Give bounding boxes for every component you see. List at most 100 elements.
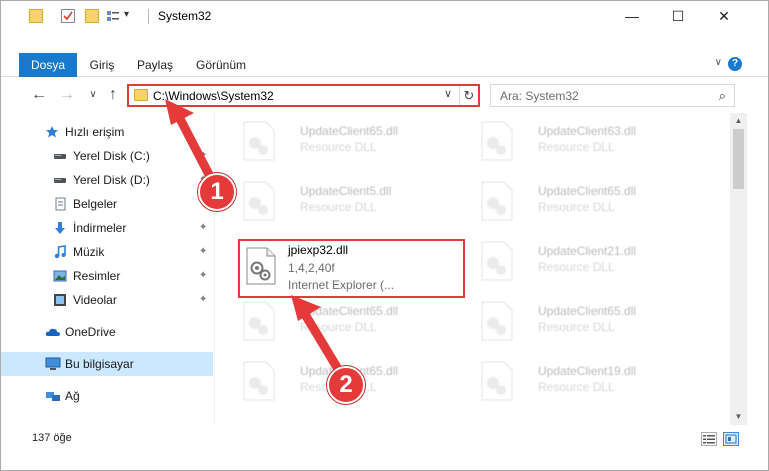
status-bar: 137 öğe bbox=[1, 429, 768, 449]
sidebar-item-label: İndirmeler bbox=[73, 221, 127, 235]
file-description: Internet Explorer (... bbox=[288, 278, 395, 292]
file-type: Resource DLL bbox=[300, 320, 377, 334]
file-type: Resource DLL bbox=[300, 140, 377, 154]
file-type: Resource DLL bbox=[538, 140, 615, 154]
file-tile[interactable]: UpdateClient19.dll Resource DLL bbox=[468, 355, 703, 407]
pictures-icon bbox=[53, 269, 67, 283]
address-dropdown-icon[interactable]: ∨ bbox=[444, 87, 452, 100]
file-tile[interactable]: UpdateClient21.dll Resource DLL bbox=[468, 235, 703, 287]
close-button[interactable]: ✕ bbox=[701, 1, 747, 31]
highlighted-file-tile[interactable]: jpiexp32.dll 1,4,2,40f Internet Explorer… bbox=[238, 239, 465, 298]
download-icon bbox=[53, 221, 67, 235]
ribbon-collapse-icon[interactable]: ∨ bbox=[715, 57, 722, 68]
title-separator bbox=[148, 9, 149, 24]
scroll-down-arrow-icon[interactable]: ▼ bbox=[730, 409, 747, 425]
file-tile[interactable]: UpdateClient65.dll Resource DLL bbox=[230, 115, 465, 167]
file-tile[interactable]: UpdateClient65.dll Resource DLL bbox=[230, 295, 465, 347]
tab-file[interactable]: Dosya bbox=[19, 53, 77, 77]
file-name: UpdateClient65.dll bbox=[300, 124, 399, 138]
star-icon bbox=[45, 125, 59, 139]
file-tile[interactable]: UpdateClient5.dll Resource DLL bbox=[230, 175, 465, 227]
sidebar-item-label: Müzik bbox=[73, 245, 105, 259]
file-tile[interactable]: UpdateClient65.dll Resource DLL bbox=[468, 295, 703, 347]
back-button[interactable]: ← bbox=[29, 85, 49, 105]
file-type: Resource DLL bbox=[538, 320, 615, 334]
sidebar-item-documents[interactable]: Belgeler ✦ bbox=[1, 192, 213, 216]
maximize-button[interactable]: ☐ bbox=[655, 1, 701, 31]
tiles-view-icon[interactable] bbox=[723, 432, 739, 446]
sidebar-item-downloads[interactable]: İndirmeler ✦ bbox=[1, 216, 213, 240]
dll-file-icon bbox=[481, 241, 513, 281]
file-tile[interactable]: UpdateClient63.dll Resource DLL bbox=[468, 115, 703, 167]
sidebar-item-label: Yerel Disk (D:) bbox=[73, 173, 150, 187]
file-type: Resource DLL bbox=[538, 380, 615, 394]
dll-file-icon bbox=[481, 181, 513, 221]
navigation-pane: Hızlı erişim Yerel Disk (C:) ✦ Yerel Dis… bbox=[1, 113, 215, 425]
sidebar-item-label: Ağ bbox=[65, 389, 80, 403]
file-name: UpdateClient63.dll bbox=[538, 124, 637, 138]
file-name: UpdateClient21.dll bbox=[538, 244, 637, 258]
pin-icon: ✦ bbox=[199, 222, 208, 233]
item-count: 137 öğe bbox=[32, 432, 72, 444]
file-type: Resource DLL bbox=[300, 200, 377, 214]
sidebar-item-music[interactable]: Müzik ✦ bbox=[1, 240, 213, 264]
file-version: 1,4,2,40f bbox=[288, 261, 335, 275]
view-options-icon[interactable] bbox=[106, 9, 120, 23]
pin-icon: ✦ bbox=[199, 246, 208, 257]
sidebar-item-pictures[interactable]: Resimler ✦ bbox=[1, 264, 213, 288]
video-icon bbox=[53, 293, 67, 307]
dll-file-icon bbox=[481, 121, 513, 161]
pin-icon: ✦ bbox=[199, 150, 208, 161]
pane-divider[interactable] bbox=[214, 113, 215, 425]
file-name: UpdateClient65.dll bbox=[538, 184, 637, 198]
file-name: UpdateClient65.dll bbox=[538, 304, 637, 318]
address-bar[interactable]: C:\Windows\System32 ∨ ↻ bbox=[127, 84, 480, 107]
forward-button[interactable]: → bbox=[57, 85, 77, 105]
search-icon[interactable]: ⌕ bbox=[719, 88, 726, 104]
scrollbar-thumb[interactable] bbox=[733, 129, 744, 189]
properties-icon[interactable] bbox=[61, 9, 75, 23]
title-bar: ▾ System32 — ☐ ✕ bbox=[1, 1, 768, 31]
file-name: UpdateClient5.dll bbox=[300, 184, 392, 198]
tab-home[interactable]: Giriş bbox=[81, 53, 123, 77]
help-button[interactable]: ? bbox=[728, 57, 742, 71]
quick-access-dropdown[interactable]: ▾ bbox=[124, 9, 129, 20]
explorer-window: ▾ System32 — ☐ ✕ Dosya Giriş Paylaş Görü… bbox=[0, 0, 769, 471]
file-name: UpdateClient19.dll bbox=[538, 364, 637, 378]
new-folder-icon[interactable] bbox=[85, 9, 99, 23]
sidebar-item-videos[interactable]: Videolar ✦ bbox=[1, 288, 213, 312]
address-path[interactable]: C:\Windows\System32 bbox=[153, 89, 274, 103]
details-view-icon[interactable] bbox=[701, 432, 717, 446]
file-type: Resource DLL bbox=[538, 260, 615, 274]
sidebar-item-network[interactable]: Ağ bbox=[1, 384, 213, 408]
computer-icon bbox=[45, 357, 61, 371]
search-box[interactable]: Ara: System32 ⌕ bbox=[490, 84, 735, 107]
sidebar-item-disk-d[interactable]: Yerel Disk (D:) ✦ bbox=[1, 168, 213, 192]
file-tile[interactable]: UpdateClient65.dll Resource DLL bbox=[468, 175, 703, 227]
folder-icon bbox=[134, 89, 148, 101]
scroll-up-arrow-icon[interactable]: ▲ bbox=[730, 113, 747, 129]
search-input[interactable]: Ara: System32 bbox=[500, 89, 579, 103]
cloud-icon bbox=[45, 325, 60, 339]
vertical-scrollbar[interactable]: ▲ ▼ bbox=[730, 113, 747, 425]
sidebar-item-label: Hızlı erişim bbox=[65, 125, 125, 139]
sidebar-item-quick-access[interactable]: Hızlı erişim bbox=[1, 120, 213, 144]
dll-file-icon bbox=[243, 361, 275, 401]
documents-icon bbox=[53, 197, 67, 211]
drive-icon bbox=[53, 173, 67, 187]
folder-icon bbox=[29, 9, 43, 23]
refresh-button[interactable]: ↻ bbox=[459, 86, 478, 105]
up-button[interactable]: ↑ bbox=[103, 85, 123, 105]
minimize-button[interactable]: — bbox=[609, 1, 655, 31]
window-title: System32 bbox=[158, 9, 212, 23]
recent-locations-button[interactable]: ∨ bbox=[83, 85, 103, 105]
sidebar-item-onedrive[interactable]: OneDrive bbox=[1, 320, 213, 344]
pin-icon: ✦ bbox=[199, 294, 208, 305]
dll-file-icon bbox=[243, 181, 275, 221]
tab-view[interactable]: Görünüm bbox=[191, 53, 251, 77]
sidebar-item-disk-c[interactable]: Yerel Disk (C:) ✦ bbox=[1, 144, 213, 168]
sidebar-item-this-pc[interactable]: Bu bilgisayar bbox=[1, 352, 213, 376]
sidebar-item-label: Belgeler bbox=[73, 197, 118, 211]
music-icon bbox=[53, 245, 67, 259]
tab-share[interactable]: Paylaş bbox=[129, 53, 181, 77]
